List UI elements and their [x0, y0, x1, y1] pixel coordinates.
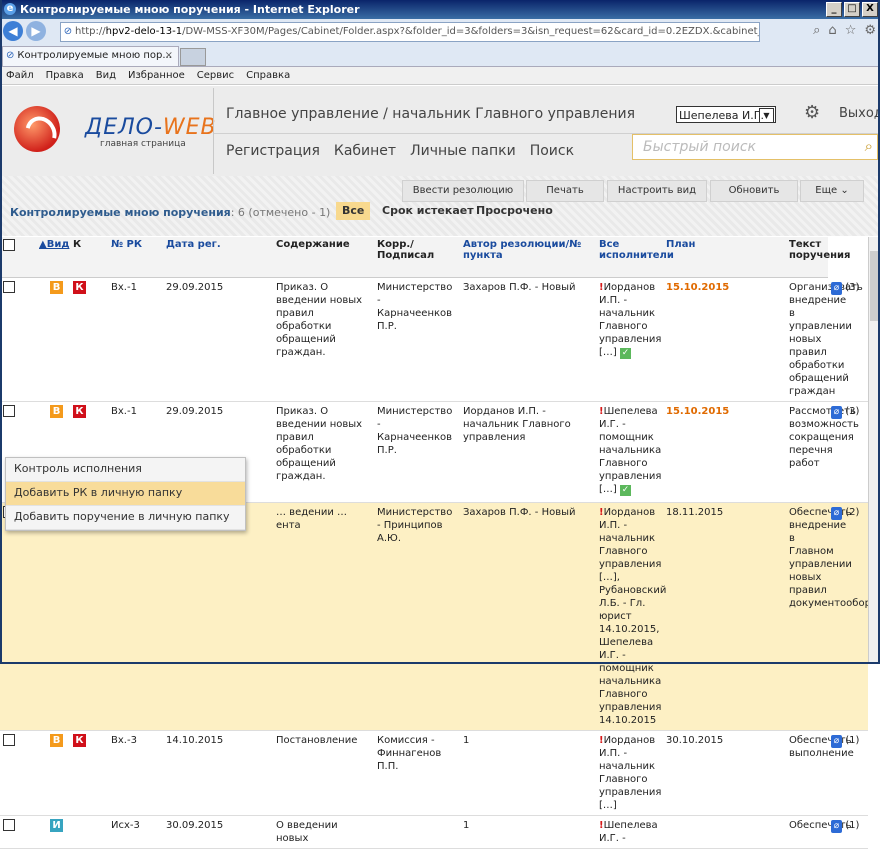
- attachment-icon: ⌀: [831, 820, 842, 833]
- attachment-icon: ⌀: [831, 735, 842, 748]
- files-cell[interactable]: ⌀ (1): [828, 730, 868, 816]
- row-checkbox[interactable]: [0, 730, 36, 816]
- executors-cell[interactable]: !Шепелева И.Г. -: [596, 815, 663, 849]
- date-cell: 14.10.2015: [163, 730, 273, 816]
- num-cell[interactable]: Вх.-3: [108, 730, 163, 816]
- row-checkbox[interactable]: [0, 815, 36, 849]
- content-cell[interactable]: О введении новых: [273, 815, 374, 849]
- author-cell: 1: [460, 730, 596, 816]
- window-frame: [0, 0, 880, 664]
- table-row[interactable]: И Исх-3 30.09.2015 О введении новых 1 !Ш…: [0, 815, 868, 849]
- corr-cell: [374, 815, 460, 849]
- content-cell[interactable]: Постановление: [273, 730, 374, 816]
- plan-cell: 30.10.2015: [663, 730, 786, 816]
- vid-cell: В: [36, 730, 70, 816]
- vid-cell: И: [36, 815, 70, 849]
- text-cell[interactable]: Обеспечить выполнение: [786, 730, 854, 816]
- incoming-badge: В: [50, 734, 63, 747]
- corr-cell: Комиссия - Финнагенов П.П.: [374, 730, 460, 816]
- num-cell[interactable]: Исх-3: [108, 815, 163, 849]
- outgoing-badge: И: [50, 819, 63, 832]
- executors-cell[interactable]: !Иорданов И.П. - начальник Главного упра…: [596, 730, 663, 816]
- files-cell[interactable]: ⌀ (1): [828, 815, 868, 849]
- plan-cell: [663, 815, 786, 849]
- control-badge: К: [73, 734, 86, 747]
- k-cell: [70, 815, 108, 849]
- k-cell: К: [70, 730, 108, 816]
- text-cell[interactable]: Обеспечить: [786, 815, 852, 849]
- date-cell: 30.09.2015: [163, 815, 273, 849]
- author-cell: 1: [460, 815, 596, 849]
- table-row[interactable]: В К Вх.-3 14.10.2015 Постановление Комис…: [0, 730, 868, 816]
